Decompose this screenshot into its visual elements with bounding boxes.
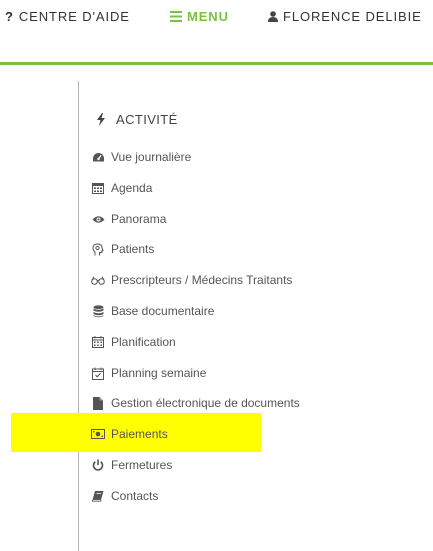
- calendar-grid-icon: [91, 335, 105, 349]
- sidebar-border: [78, 81, 79, 551]
- sidebar-item-label: Paiements: [111, 427, 168, 441]
- sidebar-item-label: Patients: [111, 242, 155, 256]
- header-divider: [0, 62, 433, 65]
- sidebar-item-planification[interactable]: Planification: [91, 333, 176, 351]
- sidebar-item-label: Planning semaine: [111, 366, 207, 380]
- sidebar-item-label: Agenda: [111, 181, 153, 195]
- user-menu[interactable]: FLORENCE DELIBIE: [268, 8, 422, 24]
- head-icon: [91, 242, 105, 256]
- file-icon: [91, 396, 105, 410]
- sidebar-item-label: Gestion électronique de documents: [111, 396, 300, 410]
- section-activity-title: ACTIVITÉ: [92, 110, 178, 128]
- menu-label: MENU: [187, 8, 229, 24]
- question-icon: ?: [5, 8, 14, 24]
- calendar-icon: [91, 181, 105, 195]
- sidebar-item-label: Base documentaire: [111, 304, 215, 318]
- sidebar-item-label: Fermetures: [111, 458, 173, 472]
- section-title-label: ACTIVITÉ: [116, 111, 178, 127]
- top-bar: ? CENTRE D'AIDE MENU FLORENCE DELIBIE: [0, 0, 433, 62]
- sidebar-item-contacts[interactable]: Contacts: [91, 487, 158, 505]
- sidebar-item-planning-semaine[interactable]: Planning semaine: [91, 364, 206, 382]
- calendar-check-icon: [91, 366, 105, 380]
- sidebar-item-prescripteurs[interactable]: Prescripteurs / Médecins Traitants: [91, 271, 292, 289]
- sidebar-item-patients[interactable]: Patients: [91, 240, 154, 258]
- sidebar-item-label: Panorama: [111, 212, 167, 226]
- user-name: FLORENCE DELIBIE: [283, 8, 422, 24]
- sidebar-item-panorama[interactable]: Panorama: [91, 210, 166, 228]
- sidebar-item-fermetures[interactable]: Fermetures: [91, 456, 172, 474]
- menu-button[interactable]: MENU: [170, 8, 229, 24]
- sidebar-item-agenda[interactable]: Agenda: [91, 179, 152, 197]
- sidebar-item-label: Prescripteurs / Médecins Traitants: [111, 273, 293, 287]
- user-icon: [268, 10, 278, 22]
- glasses-icon: [91, 273, 105, 287]
- book-icon: [91, 489, 105, 503]
- sidebar-item-label: Contacts: [111, 489, 159, 503]
- bolt-icon: [92, 112, 110, 126]
- sidebar-item-label: Vue journalière: [111, 150, 192, 164]
- dashboard-icon: [91, 150, 105, 164]
- sidebar-item-paiements[interactable]: Paiements: [91, 425, 168, 443]
- database-icon: [91, 304, 105, 318]
- sidebar-item-vue-journaliere[interactable]: Vue journalière: [91, 148, 191, 166]
- power-icon: [91, 458, 105, 472]
- eye-icon: [91, 212, 105, 226]
- sidebar-item-label: Planification: [111, 335, 176, 349]
- money-icon: [91, 427, 105, 441]
- help-center-link[interactable]: ? CENTRE D'AIDE: [5, 8, 130, 24]
- sidebar-item-base-documentaire[interactable]: Base documentaire: [91, 302, 214, 320]
- help-center-label: CENTRE D'AIDE: [18, 8, 130, 24]
- hamburger-icon: [170, 10, 182, 22]
- sidebar-item-ged[interactable]: Gestion électronique de documents: [91, 394, 300, 412]
